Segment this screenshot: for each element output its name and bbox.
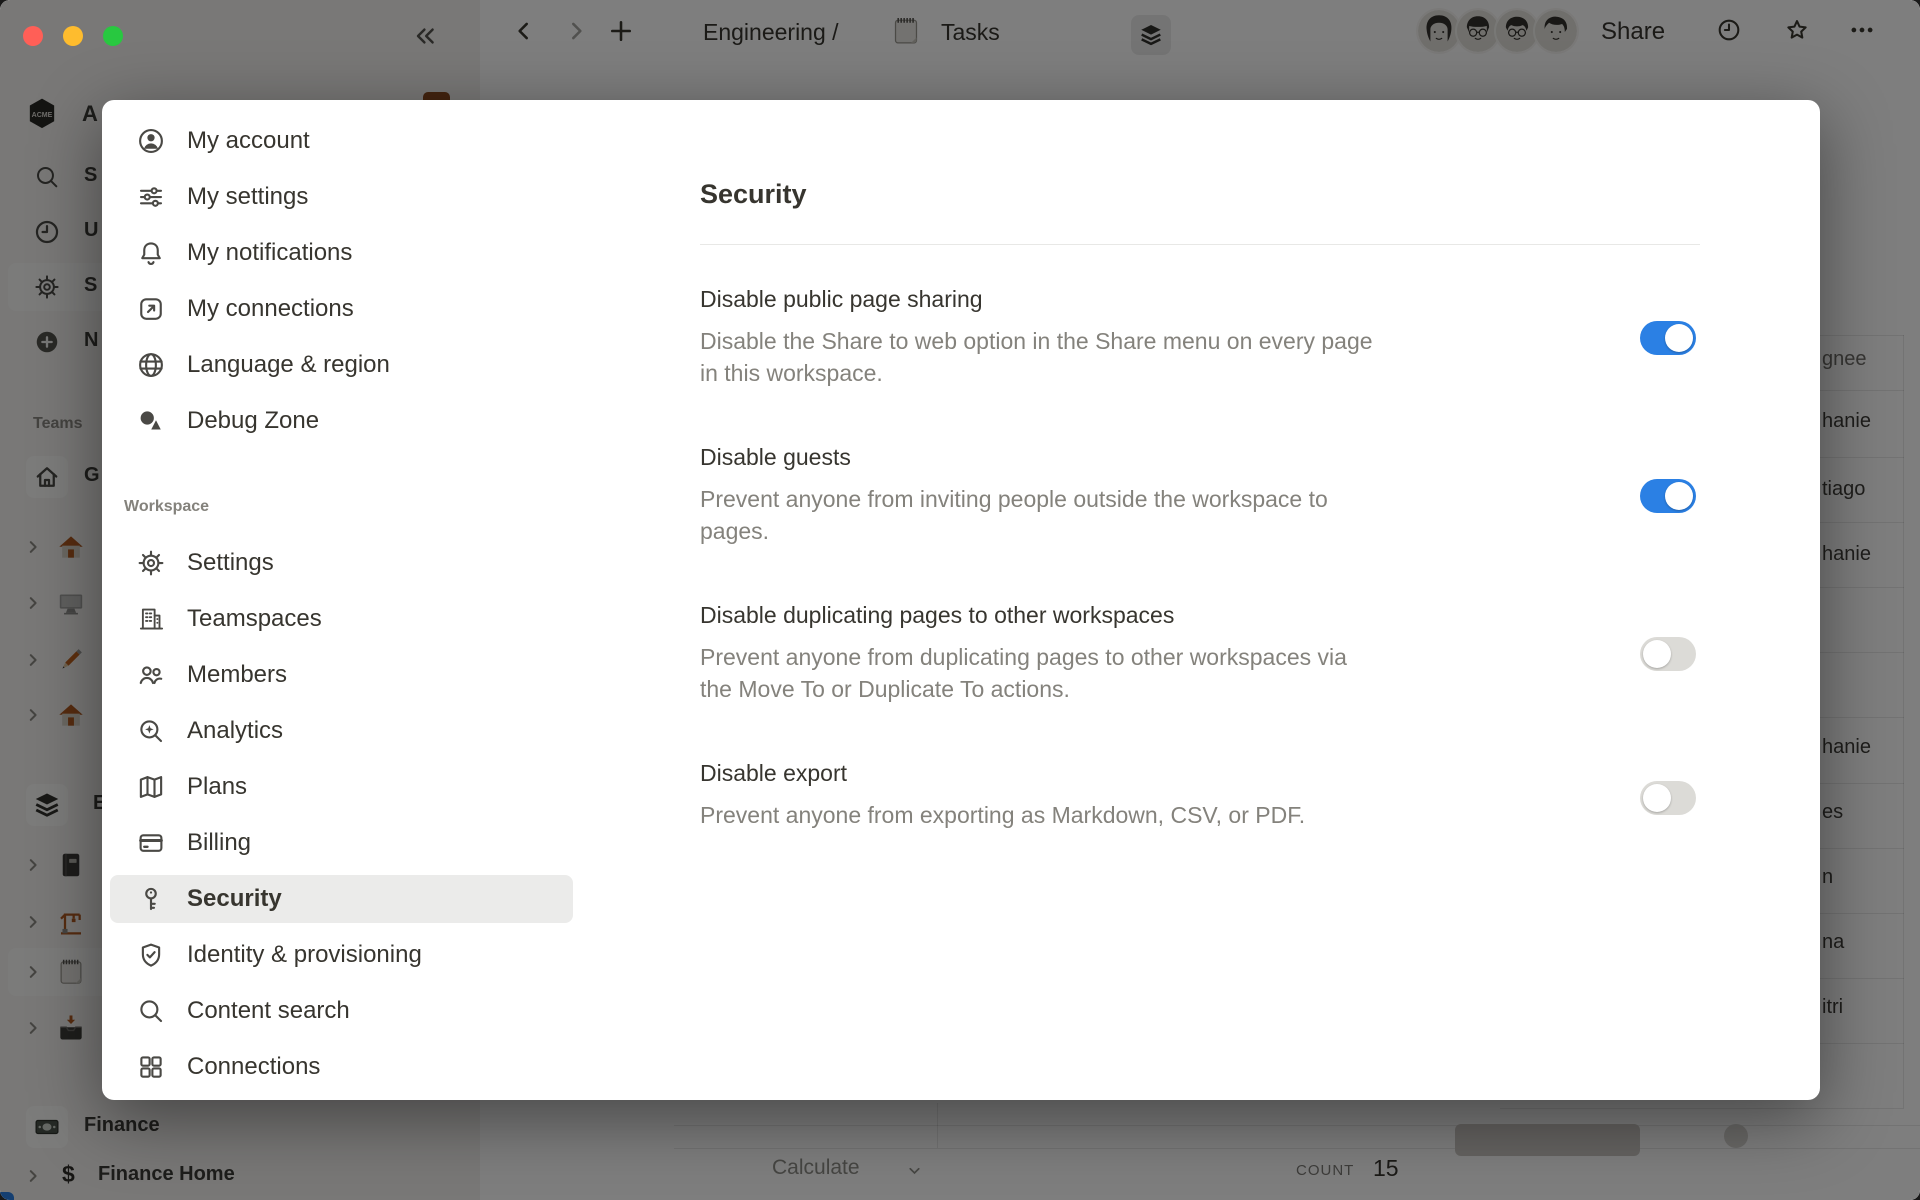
bell-icon [136, 238, 166, 268]
settings-nav-billing[interactable]: Billing [102, 819, 580, 867]
gear-icon [136, 548, 166, 578]
arrow-up-right-icon [136, 294, 166, 324]
setting-description-line: Prevent anyone from exporting as Markdow… [700, 802, 1305, 829]
settings-nav-label: Security [187, 885, 282, 913]
settings-nav-my-account[interactable]: My account [102, 117, 580, 165]
app-window: ACME A SUSNTeamsGEFinance$Finance Home E… [0, 0, 1920, 1200]
key-icon [136, 884, 166, 914]
settings-nav-label: My account [187, 127, 310, 155]
settings-nav-analytics[interactable]: Analytics [102, 707, 580, 755]
person-circle-icon [136, 126, 166, 156]
setting-description-line: Prevent anyone from inviting people outs… [700, 486, 1328, 513]
divider [700, 244, 1700, 245]
toggle-knob [1643, 784, 1671, 812]
settings-nav-identity-provisioning[interactable]: Identity & provisioning [102, 931, 580, 979]
settings-nav-debug-zone[interactable]: Debug Zone [102, 397, 580, 445]
settings-modal: My account My settings My notifications My … [102, 100, 1820, 1100]
settings-nav-label: Identity & provisioning [187, 941, 422, 969]
setting-description-line: Prevent anyone from duplicating pages to… [700, 644, 1347, 671]
sliders-icon [136, 182, 166, 212]
settings-nav-teamspaces[interactable]: Teamspaces [102, 595, 580, 643]
settings-nav-language-region[interactable]: Language & region [102, 341, 580, 389]
close-button[interactable] [23, 26, 43, 46]
settings-nav-my-connections[interactable]: My connections [102, 285, 580, 333]
magnifier-sparkle-icon [136, 716, 166, 746]
grid-icon [136, 1052, 166, 1082]
toggle-disable-public-page-sharing[interactable] [1640, 321, 1696, 355]
people-icon [136, 660, 166, 690]
settings-nav-label: My connections [187, 295, 354, 323]
settings-nav-label: Connections [187, 1053, 320, 1081]
setting-title: Disable export [700, 760, 847, 787]
globe-icon [136, 350, 166, 380]
shield-check-icon [136, 940, 166, 970]
settings-nav-label: Debug Zone [187, 407, 319, 435]
settings-nav-content-search[interactable]: Content search [102, 987, 580, 1035]
settings-nav-settings[interactable]: Settings [102, 539, 580, 587]
settings-nav-highlight [110, 875, 573, 923]
fullscreen-button[interactable] [103, 26, 123, 46]
settings-nav-security[interactable]: Security [102, 875, 580, 923]
setting-description-line: pages. [700, 518, 769, 545]
setting-title: Disable duplicating pages to other works… [700, 602, 1174, 629]
setting-description-line: in this workspace. [700, 360, 883, 387]
toggle-knob [1643, 640, 1671, 668]
setting-title: Disable public page sharing [700, 286, 983, 313]
setting-description-line: the Move To or Duplicate To actions. [700, 676, 1070, 703]
toggle-knob [1665, 482, 1693, 510]
settings-nav-connections[interactable]: Connections [102, 1043, 580, 1091]
map-icon [136, 772, 166, 802]
settings-nav-label: My settings [187, 183, 308, 211]
toggle-disable-export[interactable] [1640, 781, 1696, 815]
settings-nav-label: Content search [187, 997, 350, 1025]
settings-nav-label: My notifications [187, 239, 352, 267]
settings-nav-label: Members [187, 661, 287, 689]
magnifier-icon [136, 996, 166, 1026]
settings-nav-label: Billing [187, 829, 251, 857]
settings-nav-label: Language & region [187, 351, 390, 379]
minimize-button[interactable] [63, 26, 83, 46]
settings-nav-label: Settings [187, 549, 274, 577]
credit-card-icon [136, 828, 166, 858]
settings-nav-my-settings[interactable]: My settings [102, 173, 580, 221]
settings-nav-label: Plans [187, 773, 247, 801]
toggle-disable-duplicating-pages-to-other-workspaces[interactable] [1640, 637, 1696, 671]
toggle-disable-guests[interactable] [1640, 479, 1696, 513]
building-icon [136, 604, 166, 634]
settings-nav-my-notifications[interactable]: My notifications [102, 229, 580, 277]
toggle-knob [1665, 324, 1693, 352]
setting-title: Disable guests [700, 444, 851, 471]
settings-nav-label: Teamspaces [187, 605, 322, 633]
settings-nav-plans[interactable]: Plans [102, 763, 580, 811]
setting-description-line: Disable the Share to web option in the S… [700, 328, 1373, 355]
shapes-icon [136, 406, 166, 436]
workspace-section-header: Workspace [124, 498, 209, 516]
settings-nav-members[interactable]: Members [102, 651, 580, 699]
page-title: Security [700, 179, 807, 210]
settings-nav-label: Analytics [187, 717, 283, 745]
